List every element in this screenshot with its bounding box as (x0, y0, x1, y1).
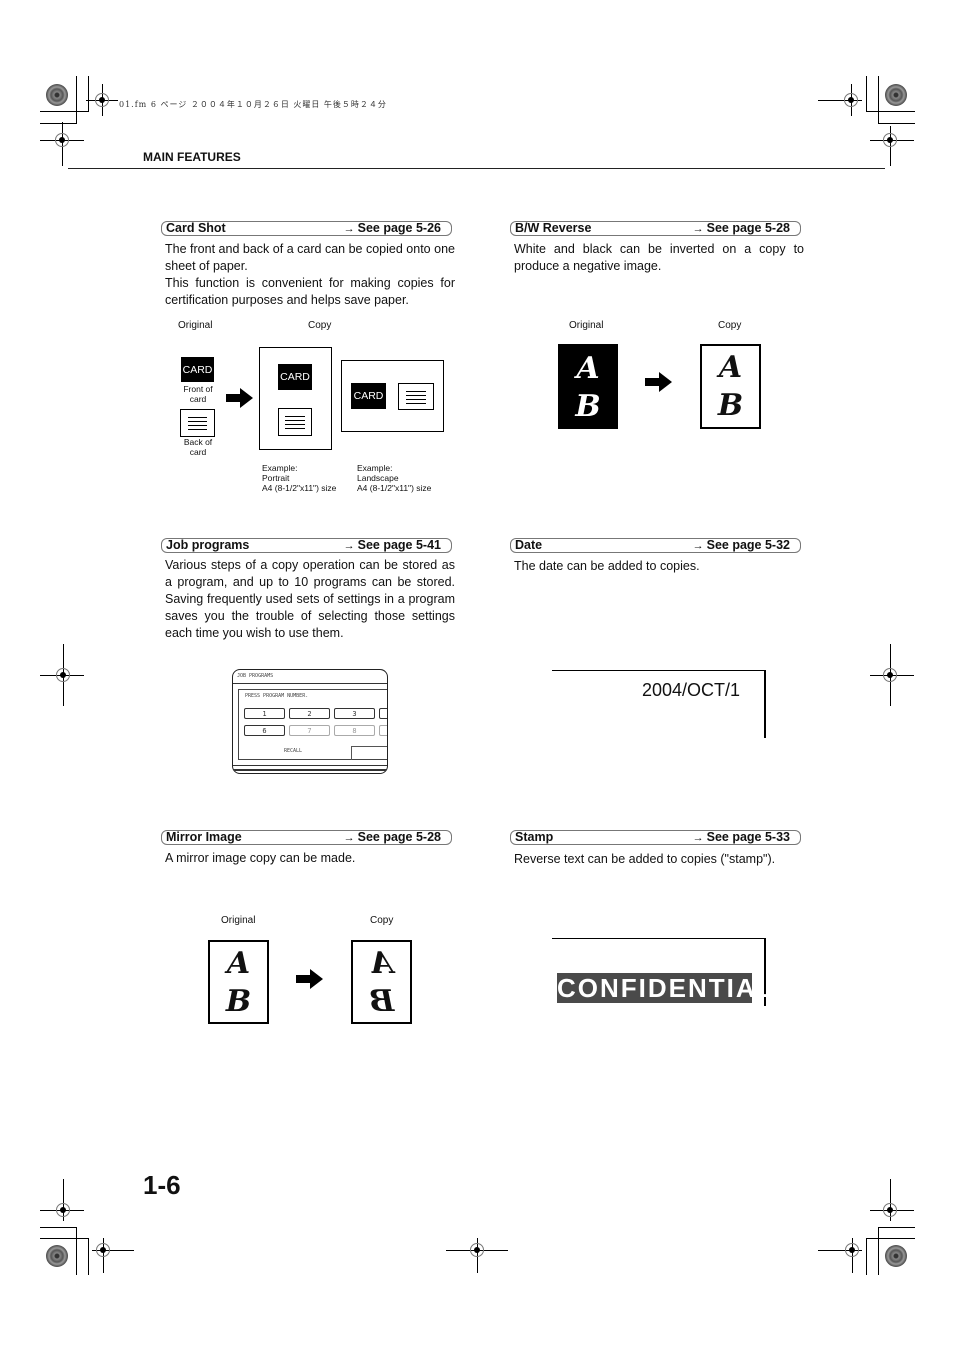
original-negative-sheet: A B (558, 344, 618, 429)
card-front: CARD (181, 357, 214, 382)
panel-prompt: PRESS PROGRAM NUMBER. (245, 693, 309, 699)
crop-line (40, 1238, 89, 1239)
arrow-right-icon: → (343, 540, 355, 552)
crop-line (40, 111, 89, 112)
section-title-bw-reverse: B/W Reverse → See page 5-28 (510, 221, 801, 236)
section-name: Date (515, 538, 543, 552)
example-portrait-caption: Example: Portrait A4 (8-1/2"x11") size (262, 463, 337, 493)
registration-disc-icon (885, 84, 907, 106)
crop-line (866, 1238, 867, 1275)
arrow-right-icon (226, 388, 253, 408)
crop-line (40, 123, 77, 124)
program-button-4[interactable] (379, 708, 387, 719)
crop-line (866, 111, 915, 112)
print-slug: 01.fm 6 ページ ２００４年１０月２６日 火曜日 午後５時２４分 (119, 100, 387, 109)
mirrored-copy-sheet: A B (351, 940, 412, 1024)
section-title-stamp: Stamp → See page 5-33 (510, 830, 801, 845)
section-description: The date can be added to copies. (514, 559, 700, 573)
crop-line (866, 76, 867, 112)
section-name: Mirror Image (166, 830, 242, 844)
header-rule (68, 168, 885, 169)
page-reference-link[interactable]: → See page 5-28 (693, 221, 790, 235)
section-name: B/W Reverse (515, 221, 592, 235)
registration-disc-icon (46, 1245, 68, 1267)
section-description: The front and back of a card can be copi… (165, 242, 455, 307)
job-programs-panel: JOB PROGRAMS PRESS PROGRAM NUMBER. 1 2 3… (232, 669, 388, 774)
page-reference-link[interactable]: → See page 5-32 (693, 538, 790, 552)
arrow-right-icon (645, 372, 672, 392)
section-title-card-shot: Card Shot → See page 5-26 (161, 221, 452, 236)
arrow-right-icon (296, 969, 323, 989)
arrow-right-icon: → (343, 223, 355, 235)
program-button-1[interactable]: 1 (244, 708, 285, 719)
copy-label: Copy (718, 320, 742, 331)
page-reference-link[interactable]: → See page 5-26 (344, 221, 441, 235)
section-title-date: Date → See page 5-32 (510, 538, 801, 553)
page-reference-link[interactable]: → See page 5-41 (344, 538, 441, 552)
crop-line (88, 76, 89, 112)
stamp-sample-text: CONFIDENTIAL (557, 973, 775, 1003)
original-sheet: A B (208, 940, 269, 1024)
page-number: 1-6 (143, 1170, 181, 1200)
program-button-8[interactable]: 8 (334, 725, 375, 736)
copy-label: Copy (308, 320, 332, 331)
section-title-job-programs: Job programs → See page 5-41 (161, 538, 452, 553)
card-front-copy-landscape: CARD (351, 383, 386, 409)
crop-line (40, 1227, 77, 1228)
section-name: Stamp (515, 830, 554, 844)
card-back (180, 409, 215, 437)
section-title-mirror-image: Mirror Image → See page 5-28 (161, 830, 452, 845)
page-reference-link[interactable]: → See page 5-28 (344, 830, 441, 844)
arrow-right-icon: → (692, 223, 704, 235)
arrow-right-icon: → (343, 832, 355, 844)
front-of-card-label: Front of card (183, 384, 213, 404)
section-name: Card Shot (166, 221, 226, 235)
crop-line (76, 76, 77, 124)
program-button-9[interactable] (379, 725, 387, 736)
original-label: Original (221, 915, 256, 926)
copy-label: Copy (370, 915, 394, 926)
registration-disc-icon (46, 84, 68, 106)
program-button-7[interactable]: 7 (289, 725, 330, 736)
example-landscape-caption: Example: Landscape A4 (8-1/2"x11") size (357, 463, 432, 493)
program-button-3[interactable]: 3 (334, 708, 375, 719)
page-reference-link[interactable]: → See page 5-33 (693, 830, 790, 844)
card-front-copy: CARD (278, 364, 312, 390)
section-name: Job programs (166, 538, 250, 552)
program-button-6[interactable]: 6 (244, 725, 285, 736)
section-description: A mirror image copy can be made. (165, 851, 356, 865)
crop-line (76, 1227, 77, 1275)
card-back-copy-landscape (398, 383, 434, 410)
original-label: Original (178, 320, 213, 331)
crop-line (866, 1238, 915, 1239)
section-description: Various steps of a copy operation can be… (165, 558, 455, 640)
recall-tab[interactable]: RECALL (284, 748, 302, 754)
section-description: Reverse text can be added to copies ("st… (514, 852, 776, 866)
crop-line (878, 76, 879, 124)
original-label: Original (569, 320, 604, 331)
crop-line (88, 1238, 89, 1275)
running-header: MAIN FEATURES (143, 150, 241, 164)
copy-sheet: A B (700, 344, 761, 429)
date-sample-text: 2004/OCT/1 (642, 680, 741, 700)
program-button-2[interactable]: 2 (289, 708, 330, 719)
back-of-card-label: Back of card (183, 437, 213, 457)
panel-title: JOB PROGRAMS (237, 673, 274, 679)
crop-line (878, 123, 915, 124)
crop-line (878, 1227, 915, 1228)
registration-disc-icon (885, 1245, 907, 1267)
panel-tab[interactable] (351, 746, 387, 760)
arrow-right-icon: → (692, 832, 704, 844)
crop-line (878, 1227, 879, 1275)
section-description: White and black can be inverted on a cop… (514, 242, 804, 273)
arrow-right-icon: → (692, 540, 704, 552)
card-back-copy (278, 408, 312, 436)
